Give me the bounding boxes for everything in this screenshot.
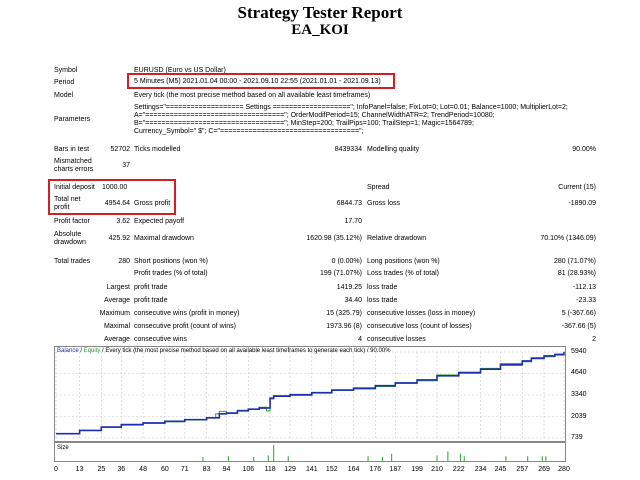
x-tick-label: 83 (202, 466, 211, 473)
x-tick-label: 280 (558, 466, 570, 473)
x-tick-label: 48 (139, 466, 147, 473)
balance-chart (55, 351, 565, 461)
x-tick-label: 199 (411, 466, 423, 473)
x-tick-label: 60 (160, 466, 169, 473)
y-tick-label: 4640 (571, 369, 587, 377)
size-label: Size (57, 445, 69, 451)
x-tick-label: 210 (431, 466, 443, 473)
x-tick-label: 164 (347, 466, 360, 473)
y-tick-label: 739 (571, 434, 583, 441)
x-tick-label: 187 (389, 466, 402, 473)
y-tick-label: 5940 (571, 348, 587, 355)
x-tick-label: 129 (284, 466, 296, 473)
x-tick-label: 94 (222, 466, 231, 473)
x-tick-label: 269 (538, 466, 550, 473)
x-tick-label: 234 (474, 466, 487, 473)
x-tick-label: 222 (452, 466, 465, 473)
y-tick-label: 3340 (571, 390, 587, 398)
chart-legend: Balance / Equity / Every tick (the most … (57, 348, 391, 354)
x-tick-label: 13 (75, 466, 84, 473)
legend-balance: Balance (57, 348, 79, 354)
x-tick-label: 141 (305, 466, 318, 473)
legend-description: / Every tick (the most precise method ba… (100, 348, 391, 354)
legend-equity: Equity (83, 348, 101, 354)
x-tick-label: 257 (516, 466, 529, 473)
y-tick-label: 2039 (571, 412, 587, 420)
x-tick-label: 176 (369, 466, 382, 473)
equity-line (56, 352, 565, 435)
x-tick-label: 0 (54, 466, 58, 473)
x-tick-label: 106 (242, 466, 255, 473)
x-tick-label: 71 (180, 466, 189, 473)
x-tick-label: 245 (494, 466, 507, 473)
x-tick-label: 25 (97, 466, 106, 473)
x-tick-label: 152 (325, 466, 338, 473)
balance-line (56, 351, 565, 435)
x-tick-label: 118 (264, 466, 276, 473)
x-tick-label: 36 (117, 466, 126, 473)
